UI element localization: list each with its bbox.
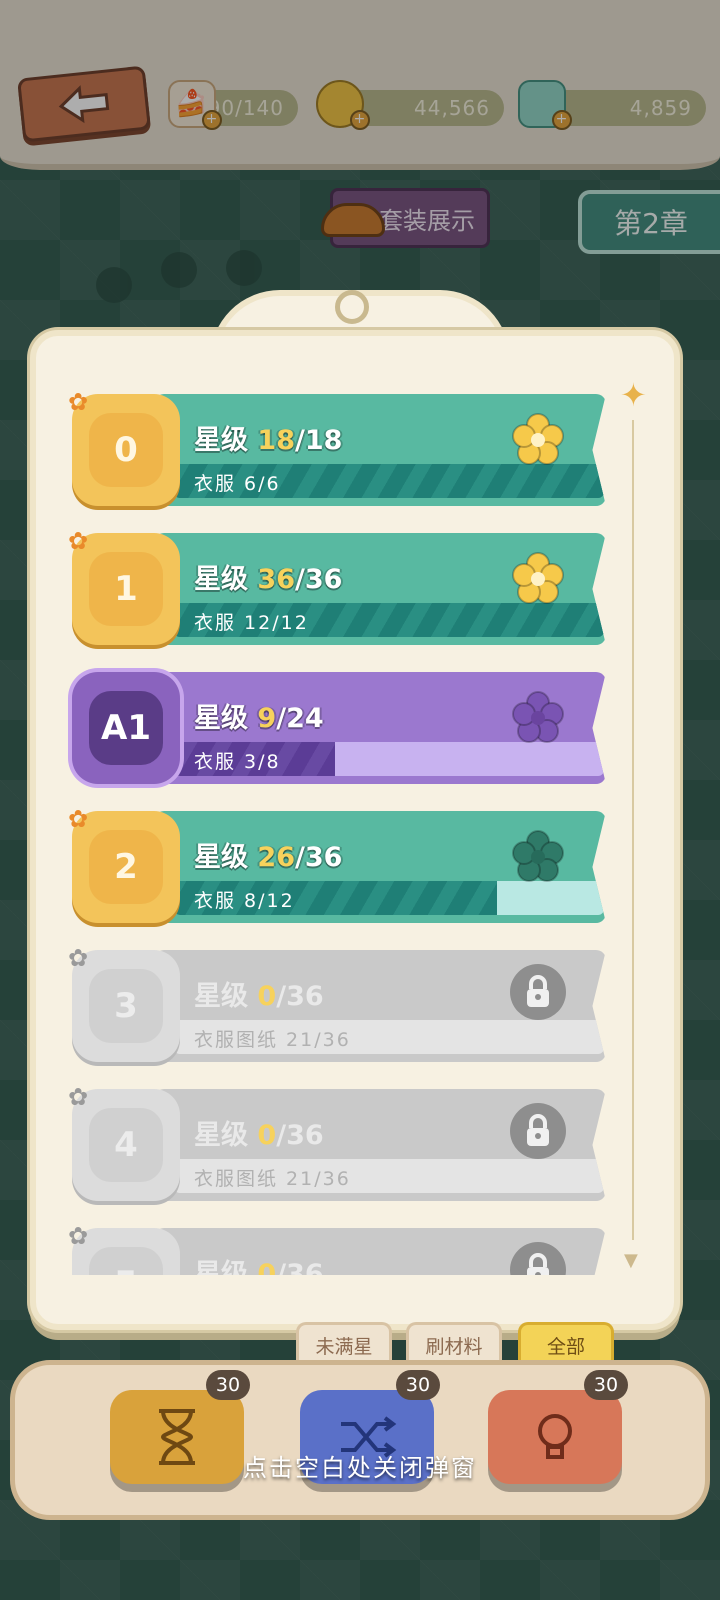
- corner-flower-icon: ✿: [68, 805, 89, 833]
- stars-label: 星级: [194, 703, 248, 734]
- corner-flower-icon: ✿: [68, 527, 89, 555]
- stars-current: 0: [257, 981, 277, 1012]
- level-number: 0: [89, 413, 163, 487]
- clothes-count: 衣服图纸 21/36: [194, 1029, 351, 1051]
- level-number: 5: [89, 1247, 163, 1275]
- stars-total: /18: [294, 425, 343, 456]
- level-row[interactable]: 星级 0/36 ✿5: [68, 1222, 614, 1275]
- clothes-progress-bar: 衣服 6/6: [174, 464, 604, 498]
- stars-label: 星级: [194, 564, 248, 595]
- sparkle-icon: ✦: [620, 376, 647, 414]
- clothes-count: 衣服 12/12: [194, 612, 309, 634]
- flower-icon: [512, 691, 564, 743]
- level-row[interactable]: 星级 9/24 衣服 3/8 A1: [68, 668, 614, 790]
- lock-icon: [510, 964, 566, 1020]
- level-ribbon: 星级 0/36: [154, 1228, 606, 1275]
- stars-total: /24: [276, 703, 324, 734]
- clothes-progress-bar: 衣服 3/8: [174, 742, 604, 776]
- stars-total: /36: [276, 981, 324, 1012]
- stars-current: 36: [257, 564, 295, 595]
- level-ribbon: 星级 26/36 衣服 8/12: [154, 811, 606, 923]
- stars-current: 0: [257, 1120, 277, 1151]
- level-ribbon: 星级 18/18 衣服 6/6: [154, 394, 606, 506]
- clothes-count: 衣服图纸 21/36: [194, 1168, 351, 1190]
- lock-icon: [510, 1103, 566, 1159]
- stars-label: 星级: [194, 981, 248, 1012]
- star-progress: 星级 9/24: [194, 696, 324, 735]
- scroll-down-icon: ▼: [624, 1250, 638, 1271]
- hint-count: 30: [584, 1370, 628, 1400]
- clothes-count: 衣服 8/12: [194, 890, 295, 912]
- clothes-count: 衣服 6/6: [194, 473, 281, 495]
- level-ribbon: 星级 0/36 衣服图纸 21/36: [154, 1089, 606, 1201]
- corner-flower-icon: ✿: [68, 944, 89, 972]
- stars-total: /36: [294, 564, 343, 595]
- level-row[interactable]: 星级 18/18 衣服 6/6 ✿ 0: [68, 390, 614, 512]
- flower-icon: [512, 413, 564, 465]
- level-list: 星级 18/18 衣服 6/6 ✿ 0 星级 36/36 衣服 12/12 ✿ 1 星级 9/2…: [68, 390, 614, 1275]
- level-number: 3: [89, 969, 163, 1043]
- level-number: A1: [89, 691, 163, 765]
- clothes-progress-bar: 衣服 8/12: [174, 881, 604, 915]
- clothes-progress-bar: 衣服图纸 21/36: [174, 1020, 604, 1054]
- level-row[interactable]: 星级 26/36 衣服 8/12 ✿ 2: [68, 805, 614, 929]
- lock-icon: [510, 1242, 566, 1275]
- clothes-count: 衣服 3/8: [194, 751, 281, 773]
- level-badge: ✿ 1: [68, 527, 180, 645]
- level-badge: A1: [72, 672, 180, 784]
- star-progress: 星级 0/36: [194, 1252, 324, 1275]
- clothes-progress-bar: 衣服 12/12: [174, 603, 604, 637]
- tab-label: 全部: [546, 1336, 585, 1358]
- stars-total: /36: [276, 1259, 324, 1275]
- level-number: 1: [89, 552, 163, 626]
- flower-icon: [512, 830, 564, 882]
- level-row[interactable]: 星级 0/36 衣服图纸 21/36 ✿ 4: [68, 1083, 614, 1207]
- corner-flower-icon: ✿: [68, 1083, 89, 1111]
- tab-label: 未满星: [315, 1336, 373, 1358]
- level-badge: ✿ 2: [68, 805, 180, 923]
- level-badge: ✿5: [68, 1222, 180, 1275]
- stars-label: 星级: [194, 1120, 248, 1151]
- star-progress: 星级 36/36: [194, 557, 342, 596]
- hourglass-count: 30: [206, 1370, 250, 1400]
- level-badge: ✿ 3: [68, 944, 180, 1062]
- scrollbar[interactable]: [632, 420, 634, 1240]
- stars-label: 星级: [194, 425, 248, 456]
- level-row[interactable]: 星级 0/36 衣服图纸 21/36 ✿ 3: [68, 944, 614, 1068]
- star-progress: 星级 26/36: [194, 835, 342, 874]
- star-progress: 星级 0/36: [194, 974, 324, 1013]
- star-progress: 星级 18/18: [194, 418, 342, 457]
- level-ribbon: 星级 9/24 衣服 3/8: [154, 672, 606, 784]
- level-number: 4: [89, 1108, 163, 1182]
- stars-label: 星级: [194, 842, 248, 873]
- corner-flower-icon: ✿: [68, 1222, 89, 1250]
- stars-current: 0: [257, 1259, 277, 1275]
- level-ribbon: 星级 36/36 衣服 12/12: [154, 533, 606, 645]
- hanging-ring: [335, 290, 369, 324]
- level-number: 2: [89, 830, 163, 904]
- clothes-progress-bar: 衣服图纸 21/36: [174, 1159, 604, 1193]
- stars-current: 26: [257, 842, 295, 873]
- tab-label: 刷材料: [425, 1336, 483, 1358]
- stars-current: 18: [257, 425, 295, 456]
- stars-label: 星级: [194, 1259, 248, 1275]
- level-row[interactable]: 星级 36/36 衣服 12/12 ✿ 1: [68, 527, 614, 651]
- stars-current: 9: [257, 703, 277, 734]
- corner-flower-icon: ✿: [68, 390, 89, 416]
- level-badge: ✿ 0: [68, 390, 180, 506]
- close-hint-text[interactable]: 点击空白处关闭弹窗: [0, 1448, 720, 1483]
- shuffle-count: 30: [396, 1370, 440, 1400]
- stars-total: /36: [294, 842, 343, 873]
- stars-total: /36: [276, 1120, 324, 1151]
- flower-icon: [512, 552, 564, 604]
- level-ribbon: 星级 0/36 衣服图纸 21/36: [154, 950, 606, 1062]
- level-badge: ✿ 4: [68, 1083, 180, 1201]
- star-progress: 星级 0/36: [194, 1113, 324, 1152]
